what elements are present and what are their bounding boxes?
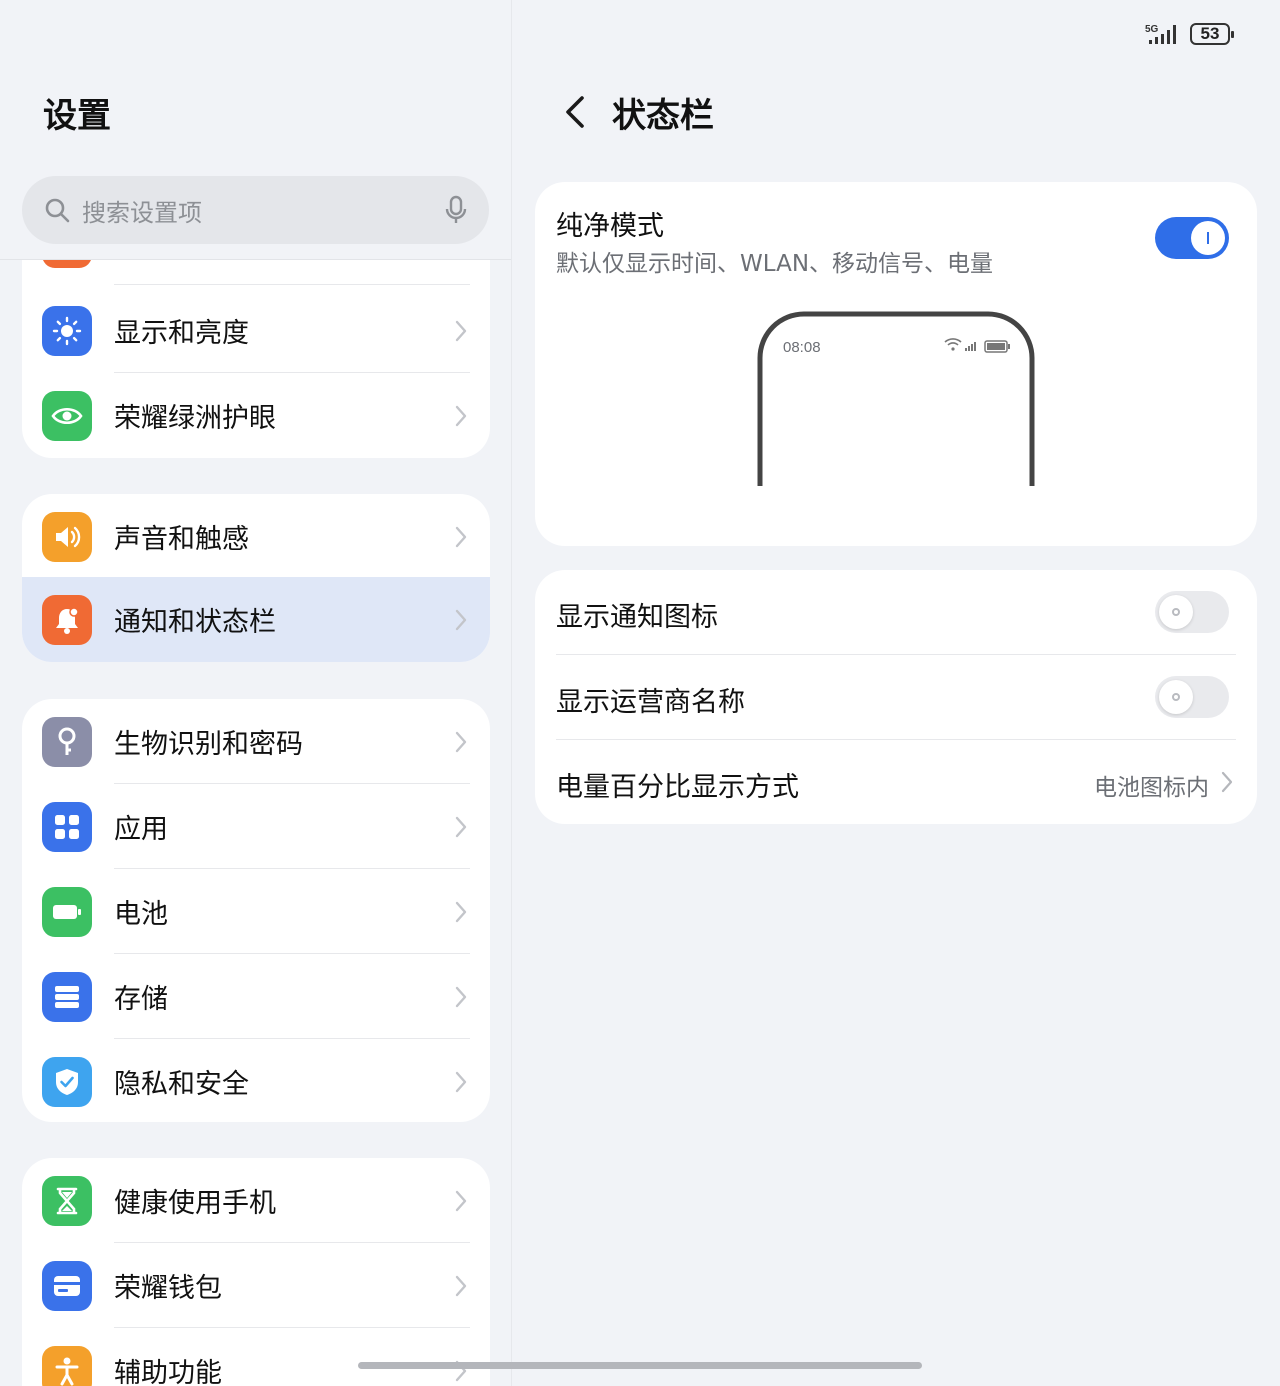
key-icon xyxy=(42,716,92,767)
chevron-right-icon xyxy=(455,816,467,837)
pure-mode-description: 默认仅显示时间、WLAN、移动信号、电量 xyxy=(556,251,994,277)
battery-icon xyxy=(42,886,92,937)
sun-icon xyxy=(42,305,92,356)
settings-item-biometrics[interactable]: 生物识别和密码 xyxy=(22,699,490,784)
chevron-right-icon xyxy=(455,1071,467,1092)
settings-item-label: 通知和状态栏 xyxy=(114,607,276,638)
option-label: 电量百分比显示方式 xyxy=(556,772,799,803)
option-show-notification-icons[interactable]: 显示通知图标 xyxy=(535,570,1257,655)
settings-sidebar: 设置 搜索设置项 显示和亮度 荣耀绿洲护眼 声音和触感 通知和状态栏 生物识别和… xyxy=(0,0,512,1386)
page-title: 设置 xyxy=(43,96,111,136)
chevron-right-icon xyxy=(1221,771,1233,793)
search-icon xyxy=(45,198,70,223)
option-label: 显示运营商名称 xyxy=(556,687,745,718)
settings-item-label: 生物识别和密码 xyxy=(114,729,303,760)
settings-item-label: 辅助功能 xyxy=(114,1358,222,1386)
back-arrow-icon[interactable] xyxy=(562,94,588,130)
speaker-icon xyxy=(42,511,92,562)
chevron-right-icon xyxy=(455,901,467,922)
settings-item-hidden[interactable] xyxy=(22,260,490,285)
settings-item-storage[interactable]: 存储 xyxy=(22,954,490,1039)
pure-mode-title: 纯净模式 xyxy=(556,211,664,242)
settings-item-notifications[interactable]: 通知和状态栏 xyxy=(22,577,490,662)
chevron-right-icon xyxy=(455,986,467,1007)
settings-item-eye-comfort[interactable]: 荣耀绿洲护眼 xyxy=(22,373,490,458)
network-type: 5G xyxy=(1145,24,1159,35)
battery-icon xyxy=(984,340,1010,353)
app-icon xyxy=(42,260,92,268)
settings-item-label: 声音和触感 xyxy=(114,524,249,555)
microphone-icon[interactable] xyxy=(445,195,467,225)
option-label: 显示通知图标 xyxy=(556,602,718,633)
home-indicator[interactable] xyxy=(358,1362,922,1369)
chevron-right-icon xyxy=(455,1190,467,1211)
settings-item-label: 荣耀钱包 xyxy=(114,1273,222,1304)
settings-item-wallet[interactable]: 荣耀钱包 xyxy=(22,1243,490,1328)
settings-item-apps[interactable]: 应用 xyxy=(22,784,490,869)
option-value: 电池图标内 xyxy=(1094,775,1209,801)
wallet-icon xyxy=(42,1260,92,1311)
settings-item-battery[interactable]: 电池 xyxy=(22,869,490,954)
settings-item-label: 隐私和安全 xyxy=(114,1069,249,1100)
wifi-icon xyxy=(944,338,962,351)
settings-item-display[interactable]: 显示和亮度 xyxy=(22,288,490,373)
chevron-right-icon xyxy=(455,731,467,752)
settings-item-privacy[interactable]: 隐私和安全 xyxy=(22,1039,490,1122)
battery-level: 53 xyxy=(1190,23,1234,45)
chevron-right-icon xyxy=(455,609,467,630)
settings-group-display: 显示和亮度 荣耀绿洲护眼 xyxy=(22,260,490,458)
chevron-right-icon xyxy=(455,1275,467,1296)
chevron-right-icon xyxy=(455,405,467,426)
signal-icon xyxy=(965,342,976,351)
settings-item-sound[interactable]: 声音和触感 xyxy=(22,494,490,579)
notification-icons-toggle[interactable] xyxy=(1155,591,1229,633)
pure-mode-card: 纯净模式 默认仅显示时间、WLAN、移动信号、电量 08:08 xyxy=(535,182,1257,546)
settings-group-system: 生物识别和密码 应用 电池 存储 隐私和安全 xyxy=(22,699,490,1122)
storage-icon xyxy=(42,971,92,1022)
chevron-right-icon xyxy=(455,526,467,547)
settings-item-wellbeing[interactable]: 健康使用手机 xyxy=(22,1158,490,1243)
hourglass-icon xyxy=(42,1175,92,1226)
settings-item-label: 荣耀绿洲护眼 xyxy=(114,403,276,434)
settings-item-label: 应用 xyxy=(114,814,168,845)
search-input[interactable]: 搜索设置项 xyxy=(22,176,489,244)
chevron-right-icon xyxy=(455,320,467,341)
grid-icon xyxy=(42,801,92,852)
settings-list[interactable]: 显示和亮度 荣耀绿洲护眼 声音和触感 通知和状态栏 生物识别和密码 应用 电池 … xyxy=(0,260,511,1386)
settings-item-label: 存储 xyxy=(114,984,168,1015)
settings-item-label: 健康使用手机 xyxy=(114,1188,276,1219)
carrier-name-toggle[interactable] xyxy=(1155,676,1229,718)
settings-group-sound: 声音和触感 通知和状态栏 xyxy=(22,494,490,662)
bell-icon xyxy=(42,594,92,645)
preview-time: 08:08 xyxy=(783,339,821,356)
settings-group-more: 健康使用手机 荣耀钱包 辅助功能 xyxy=(22,1158,490,1386)
option-battery-percentage-style[interactable]: 电量百分比显示方式 电池图标内 xyxy=(535,740,1257,825)
option-show-carrier-name[interactable]: 显示运营商名称 xyxy=(535,655,1257,740)
search-placeholder: 搜索设置项 xyxy=(82,198,202,227)
accessibility-icon xyxy=(42,1345,92,1386)
pure-mode-toggle[interactable] xyxy=(1155,217,1229,259)
settings-item-accessibility[interactable]: 辅助功能 xyxy=(22,1328,490,1386)
statusbar-options-card: 显示通知图标 显示运营商名称 电量百分比显示方式 电池图标内 xyxy=(535,570,1257,824)
settings-item-label: 显示和亮度 xyxy=(114,318,249,349)
shield-icon xyxy=(42,1056,92,1107)
detail-title: 状态栏 xyxy=(612,96,714,136)
settings-item-label: 电池 xyxy=(114,899,168,930)
phone-preview-illustration xyxy=(757,311,1035,486)
cellular-signal-icon: 5G xyxy=(1145,24,1176,44)
eye-icon xyxy=(42,390,92,441)
